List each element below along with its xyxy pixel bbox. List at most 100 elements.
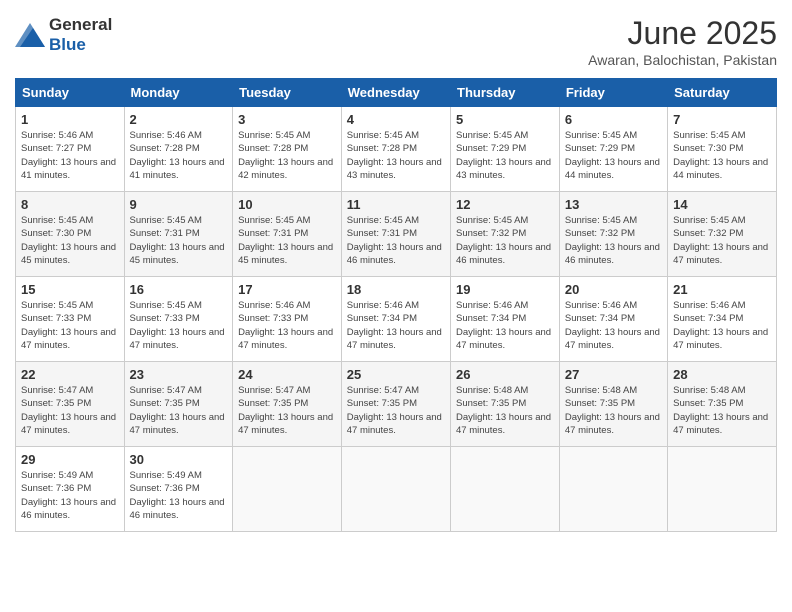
day-info: Sunrise: 5:45 AM Sunset: 7:33 PM Dayligh… <box>130 299 228 352</box>
calendar-cell: 15 Sunrise: 5:45 AM Sunset: 7:33 PM Dayl… <box>16 277 125 362</box>
calendar-cell: 9 Sunrise: 5:45 AM Sunset: 7:31 PM Dayli… <box>124 192 233 277</box>
day-info: Sunrise: 5:49 AM Sunset: 7:36 PM Dayligh… <box>21 469 119 522</box>
calendar-cell: 1 Sunrise: 5:46 AM Sunset: 7:27 PM Dayli… <box>16 107 125 192</box>
day-info: Sunrise: 5:46 AM Sunset: 7:27 PM Dayligh… <box>21 129 119 182</box>
calendar-cell: 11 Sunrise: 5:45 AM Sunset: 7:31 PM Dayl… <box>341 192 450 277</box>
day-info: Sunrise: 5:45 AM Sunset: 7:32 PM Dayligh… <box>673 214 771 267</box>
day-number: 6 <box>565 112 662 127</box>
calendar-cell: 12 Sunrise: 5:45 AM Sunset: 7:32 PM Dayl… <box>451 192 560 277</box>
day-number: 18 <box>347 282 445 297</box>
day-info: Sunrise: 5:46 AM Sunset: 7:28 PM Dayligh… <box>130 129 228 182</box>
day-number: 28 <box>673 367 771 382</box>
day-info: Sunrise: 5:45 AM Sunset: 7:31 PM Dayligh… <box>347 214 445 267</box>
logo-icon <box>15 23 45 47</box>
calendar-cell: 8 Sunrise: 5:45 AM Sunset: 7:30 PM Dayli… <box>16 192 125 277</box>
location-title: Awaran, Balochistan, Pakistan <box>588 52 777 68</box>
calendar-cell: 2 Sunrise: 5:46 AM Sunset: 7:28 PM Dayli… <box>124 107 233 192</box>
day-number: 13 <box>565 197 662 212</box>
day-info: Sunrise: 5:46 AM Sunset: 7:34 PM Dayligh… <box>565 299 662 352</box>
calendar-cell: 14 Sunrise: 5:45 AM Sunset: 7:32 PM Dayl… <box>668 192 777 277</box>
day-info: Sunrise: 5:47 AM Sunset: 7:35 PM Dayligh… <box>238 384 336 437</box>
logo: General Blue <box>15 15 112 55</box>
day-info: Sunrise: 5:48 AM Sunset: 7:35 PM Dayligh… <box>565 384 662 437</box>
calendar-cell: 22 Sunrise: 5:47 AM Sunset: 7:35 PM Dayl… <box>16 362 125 447</box>
day-number: 5 <box>456 112 554 127</box>
day-info: Sunrise: 5:45 AM Sunset: 7:29 PM Dayligh… <box>565 129 662 182</box>
header: General Blue June 2025 Awaran, Balochist… <box>15 15 777 68</box>
weekday-header: Monday <box>124 79 233 107</box>
day-info: Sunrise: 5:45 AM Sunset: 7:32 PM Dayligh… <box>456 214 554 267</box>
day-info: Sunrise: 5:47 AM Sunset: 7:35 PM Dayligh… <box>21 384 119 437</box>
day-info: Sunrise: 5:45 AM Sunset: 7:31 PM Dayligh… <box>130 214 228 267</box>
calendar-cell: 7 Sunrise: 5:45 AM Sunset: 7:30 PM Dayli… <box>668 107 777 192</box>
day-number: 4 <box>347 112 445 127</box>
calendar-cell: 25 Sunrise: 5:47 AM Sunset: 7:35 PM Dayl… <box>341 362 450 447</box>
day-number: 25 <box>347 367 445 382</box>
day-number: 14 <box>673 197 771 212</box>
day-number: 11 <box>347 197 445 212</box>
day-info: Sunrise: 5:46 AM Sunset: 7:34 PM Dayligh… <box>673 299 771 352</box>
day-number: 30 <box>130 452 228 467</box>
day-info: Sunrise: 5:45 AM Sunset: 7:30 PM Dayligh… <box>673 129 771 182</box>
day-number: 12 <box>456 197 554 212</box>
day-info: Sunrise: 5:45 AM Sunset: 7:28 PM Dayligh… <box>238 129 336 182</box>
day-number: 22 <box>21 367 119 382</box>
calendar-cell: 29 Sunrise: 5:49 AM Sunset: 7:36 PM Dayl… <box>16 447 125 532</box>
day-number: 21 <box>673 282 771 297</box>
day-info: Sunrise: 5:46 AM Sunset: 7:33 PM Dayligh… <box>238 299 336 352</box>
day-number: 24 <box>238 367 336 382</box>
calendar-cell: 30 Sunrise: 5:49 AM Sunset: 7:36 PM Dayl… <box>124 447 233 532</box>
calendar-cell: 18 Sunrise: 5:46 AM Sunset: 7:34 PM Dayl… <box>341 277 450 362</box>
calendar-cell: 13 Sunrise: 5:45 AM Sunset: 7:32 PM Dayl… <box>559 192 667 277</box>
day-number: 7 <box>673 112 771 127</box>
day-info: Sunrise: 5:48 AM Sunset: 7:35 PM Dayligh… <box>673 384 771 437</box>
calendar-cell: 27 Sunrise: 5:48 AM Sunset: 7:35 PM Dayl… <box>559 362 667 447</box>
calendar-cell: 26 Sunrise: 5:48 AM Sunset: 7:35 PM Dayl… <box>451 362 560 447</box>
logo-general: General <box>49 15 112 34</box>
day-number: 3 <box>238 112 336 127</box>
calendar-cell: 23 Sunrise: 5:47 AM Sunset: 7:35 PM Dayl… <box>124 362 233 447</box>
calendar-cell <box>451 447 560 532</box>
calendar-cell: 4 Sunrise: 5:45 AM Sunset: 7:28 PM Dayli… <box>341 107 450 192</box>
weekday-header: Sunday <box>16 79 125 107</box>
day-info: Sunrise: 5:48 AM Sunset: 7:35 PM Dayligh… <box>456 384 554 437</box>
day-number: 27 <box>565 367 662 382</box>
calendar-cell: 24 Sunrise: 5:47 AM Sunset: 7:35 PM Dayl… <box>233 362 342 447</box>
calendar-cell: 10 Sunrise: 5:45 AM Sunset: 7:31 PM Dayl… <box>233 192 342 277</box>
day-number: 26 <box>456 367 554 382</box>
day-info: Sunrise: 5:45 AM Sunset: 7:28 PM Dayligh… <box>347 129 445 182</box>
day-number: 9 <box>130 197 228 212</box>
day-info: Sunrise: 5:46 AM Sunset: 7:34 PM Dayligh… <box>347 299 445 352</box>
day-info: Sunrise: 5:46 AM Sunset: 7:34 PM Dayligh… <box>456 299 554 352</box>
weekday-header: Saturday <box>668 79 777 107</box>
calendar-cell: 3 Sunrise: 5:45 AM Sunset: 7:28 PM Dayli… <box>233 107 342 192</box>
title-area: June 2025 Awaran, Balochistan, Pakistan <box>588 15 777 68</box>
calendar-cell: 21 Sunrise: 5:46 AM Sunset: 7:34 PM Dayl… <box>668 277 777 362</box>
day-info: Sunrise: 5:47 AM Sunset: 7:35 PM Dayligh… <box>347 384 445 437</box>
day-info: Sunrise: 5:45 AM Sunset: 7:30 PM Dayligh… <box>21 214 119 267</box>
calendar-cell <box>341 447 450 532</box>
calendar: SundayMondayTuesdayWednesdayThursdayFrid… <box>15 78 777 532</box>
day-info: Sunrise: 5:45 AM Sunset: 7:29 PM Dayligh… <box>456 129 554 182</box>
calendar-cell: 5 Sunrise: 5:45 AM Sunset: 7:29 PM Dayli… <box>451 107 560 192</box>
calendar-cell: 16 Sunrise: 5:45 AM Sunset: 7:33 PM Dayl… <box>124 277 233 362</box>
calendar-cell <box>233 447 342 532</box>
weekday-header: Thursday <box>451 79 560 107</box>
day-number: 2 <box>130 112 228 127</box>
calendar-cell <box>559 447 667 532</box>
calendar-cell: 6 Sunrise: 5:45 AM Sunset: 7:29 PM Dayli… <box>559 107 667 192</box>
day-number: 8 <box>21 197 119 212</box>
calendar-cell <box>668 447 777 532</box>
weekday-header: Wednesday <box>341 79 450 107</box>
calendar-cell: 28 Sunrise: 5:48 AM Sunset: 7:35 PM Dayl… <box>668 362 777 447</box>
calendar-cell: 19 Sunrise: 5:46 AM Sunset: 7:34 PM Dayl… <box>451 277 560 362</box>
day-number: 23 <box>130 367 228 382</box>
logo-text: General Blue <box>49 15 112 55</box>
day-info: Sunrise: 5:45 AM Sunset: 7:32 PM Dayligh… <box>565 214 662 267</box>
weekday-header: Tuesday <box>233 79 342 107</box>
day-number: 10 <box>238 197 336 212</box>
day-number: 17 <box>238 282 336 297</box>
day-number: 29 <box>21 452 119 467</box>
day-info: Sunrise: 5:49 AM Sunset: 7:36 PM Dayligh… <box>130 469 228 522</box>
weekday-header: Friday <box>559 79 667 107</box>
